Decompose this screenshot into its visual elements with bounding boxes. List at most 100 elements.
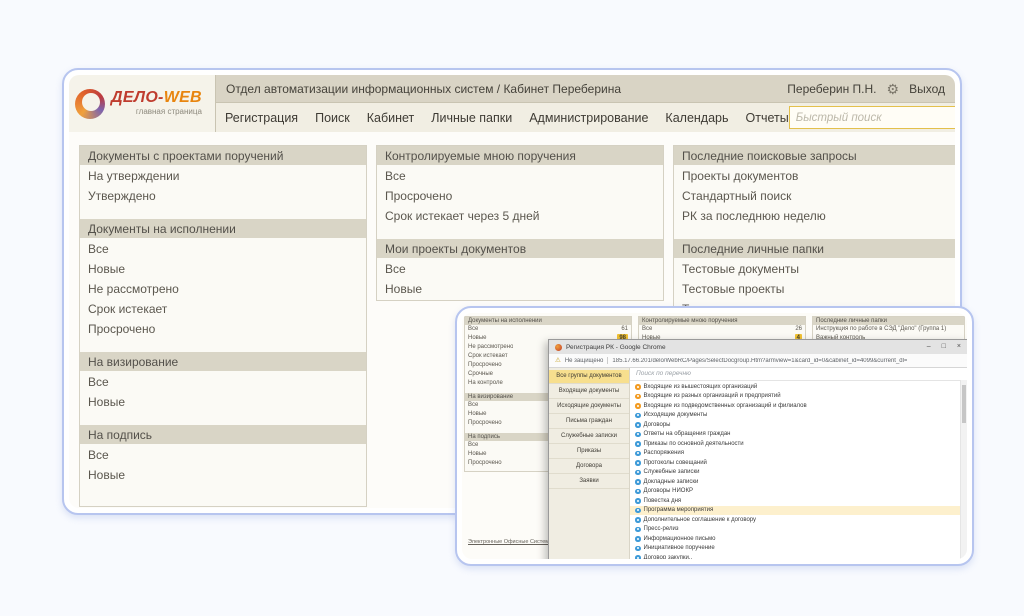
docgroup-icon — [635, 479, 641, 485]
delo-logo-icon — [75, 89, 105, 119]
panel-title: Последние поисковые запросы — [674, 146, 955, 165]
docgroup-item[interactable]: Инициативное поручение — [630, 544, 967, 554]
close-button[interactable]: × — [957, 340, 961, 354]
panel-link[interactable]: Тестовые проекты — [674, 278, 955, 298]
count-badge: 26 — [795, 325, 802, 334]
docgroup-category-button[interactable]: Входящие документы — [549, 385, 629, 399]
menu-item[interactable]: Отчеты — [746, 111, 789, 125]
main-window-header: ДЕЛО-WEB главная страница Отдел автомати… — [69, 75, 955, 132]
panel-my-drafts: Мои проекты документов ВсеНовые — [377, 239, 663, 298]
scrollbar-thumb[interactable] — [962, 385, 966, 423]
docgroup-icon — [635, 527, 641, 533]
chrome-titlebar[interactable]: Регистрация РК - Google Chrome – □ × — [549, 340, 967, 354]
docgroup-item[interactable]: Приказы по основной деятельности — [630, 439, 967, 449]
docgroup-category-button[interactable]: Приказы — [549, 445, 629, 459]
docgroup-list: Входящие из вышестоящих организацийВходя… — [630, 381, 967, 559]
docgroup-category-button[interactable]: Все группы документов — [549, 370, 629, 384]
scrollbar[interactable] — [960, 380, 967, 559]
docgroup-item[interactable]: Договоры — [630, 420, 967, 430]
docgroup-item[interactable]: Входящие из вышестоящих организаций — [630, 382, 967, 392]
panel-link[interactable]: Все — [80, 371, 366, 391]
panel-link[interactable]: Не рассмотрено — [80, 278, 366, 298]
mini-panel-title: Контролируемые мною поручения — [639, 317, 805, 325]
window-title: Регистрация РК - Google Chrome — [566, 344, 923, 351]
security-label: Не защищено — [565, 358, 604, 364]
panel-link[interactable]: Утверждено — [80, 185, 366, 205]
docgroup-category-button[interactable]: Служебные записки — [549, 430, 629, 444]
docgroup-category-button[interactable]: Договора — [549, 460, 629, 474]
mini-panel-title: Последние личные папки — [813, 317, 964, 325]
count-badge: 61 — [621, 325, 628, 334]
menu-item[interactable]: Поиск — [315, 111, 350, 125]
panel-link[interactable]: Новые — [80, 391, 366, 411]
docgroup-item[interactable]: Исходящие документы — [630, 411, 967, 421]
panel-link[interactable]: Просрочено — [80, 318, 366, 338]
docgroup-icon — [635, 413, 641, 419]
list-search-input[interactable]: Поиск по перечню — [630, 368, 967, 381]
panel-link[interactable]: РК за последнюю неделю — [674, 205, 955, 225]
panel-link[interactable]: Проекты документов — [674, 165, 955, 185]
docgroup-icon — [635, 555, 641, 559]
docgroup-item[interactable]: Докладные записки — [630, 477, 967, 487]
panel-link[interactable]: Срок истекает через 5 дней — [377, 205, 663, 225]
minimize-button[interactable]: – — [927, 340, 931, 354]
panel-docs-in-progress: Документы на исполнении ВсеНовыеНе рассм… — [80, 219, 366, 338]
menu-item[interactable]: Администрирование — [529, 111, 648, 125]
panel-title: Документы на исполнении — [80, 219, 366, 238]
docgroup-icon — [635, 489, 641, 495]
menu-item[interactable]: Личные папки — [431, 111, 512, 125]
docgroup-item[interactable]: Входящие из подведомственных организаций… — [630, 401, 967, 411]
docgroup-item[interactable]: Ответы на обращения граждан — [630, 430, 967, 440]
panel-link[interactable]: Новые — [377, 278, 663, 298]
docgroup-icon — [635, 451, 641, 457]
panel-link[interactable]: Все — [377, 258, 663, 278]
docgroup-category-button[interactable]: Заявки — [549, 475, 629, 489]
docgroup-list-area: Поиск по перечню Входящие из вышестоящих… — [630, 368, 967, 559]
mini-panel-link[interactable]: Все26 — [639, 325, 805, 334]
logout-link[interactable]: Выход — [909, 82, 945, 96]
docgroup-item[interactable]: Входящие из разных организаций и предпри… — [630, 392, 967, 402]
docgroup-item[interactable]: Информационное письмо — [630, 534, 967, 544]
docgroup-category-button[interactable]: Письма граждан — [549, 415, 629, 429]
menu-item[interactable]: Регистрация — [225, 111, 298, 125]
docgroup-sidebar: Все группы документовВходящие документыИ… — [549, 368, 630, 559]
panel-link[interactable]: Новые — [80, 258, 366, 278]
docgroup-item[interactable]: Распоряжения — [630, 449, 967, 459]
panel-link[interactable]: Все — [377, 165, 663, 185]
address-bar[interactable]: ⚠ Не защищено 185.17.66.201/delo/WebRC/P… — [549, 354, 967, 368]
dashboard-column-left: Документы с проектами поручений На утвер… — [79, 145, 367, 507]
panel-title: Контролируемые мною поручения — [377, 146, 663, 165]
quick-search-input[interactable] — [790, 107, 955, 128]
divider — [607, 357, 608, 364]
panel-link[interactable]: Тестовые документы — [674, 258, 955, 278]
dashboard-column-right: Последние поисковые запросы Проекты доку… — [673, 145, 955, 323]
app-subtitle: главная страница — [111, 108, 202, 116]
panel-link[interactable]: Все — [80, 238, 366, 258]
docgroup-item[interactable]: Договоры НИОКР — [630, 487, 967, 497]
panel-title: На визирование — [80, 352, 366, 371]
panel-link[interactable]: Все — [80, 444, 366, 464]
maximize-button[interactable]: □ — [942, 340, 946, 354]
docgroup-item[interactable]: Программа мероприятия — [630, 506, 967, 516]
app-logo[interactable]: ДЕЛО-WEB главная страница — [69, 75, 216, 132]
docgroup-category-button[interactable]: Исходящие документы — [549, 400, 629, 414]
panel-link[interactable]: На утверждении — [80, 165, 366, 185]
menu-item[interactable]: Календарь — [665, 111, 728, 125]
menu-item[interactable]: Кабинет — [367, 111, 415, 125]
panel-link[interactable]: Просрочено — [377, 185, 663, 205]
panel-link[interactable]: Стандартный поиск — [674, 185, 955, 205]
docgroup-item[interactable]: Служебные записки — [630, 468, 967, 478]
docgroup-item[interactable]: Пресс-релиз — [630, 525, 967, 535]
main-menu: Регистрация Поиск Кабинет Личные папки Админ… — [225, 111, 789, 125]
panel-link[interactable]: Новые — [80, 464, 366, 484]
settings-gear-icon[interactable]: ⚙ — [887, 82, 900, 96]
docgroup-item[interactable]: Договор закупки.. — [630, 553, 967, 559]
docgroup-item[interactable]: Дополнительное соглашение к договору — [630, 515, 967, 525]
user-name: Переберин П.Н. — [787, 82, 876, 96]
panel-link[interactable]: Срок истекает — [80, 298, 366, 318]
docgroup-item[interactable]: Протоколы совещаний — [630, 458, 967, 468]
mini-panel-link[interactable]: Инструкция по работе в СЭД "Дело" (Групп… — [813, 325, 964, 334]
panel-doc-draft-orders: Документы с проектами поручений На утвер… — [80, 146, 366, 205]
docgroup-item[interactable]: Повестка дня — [630, 496, 967, 506]
mini-panel-link[interactable]: Все61 — [465, 325, 631, 334]
